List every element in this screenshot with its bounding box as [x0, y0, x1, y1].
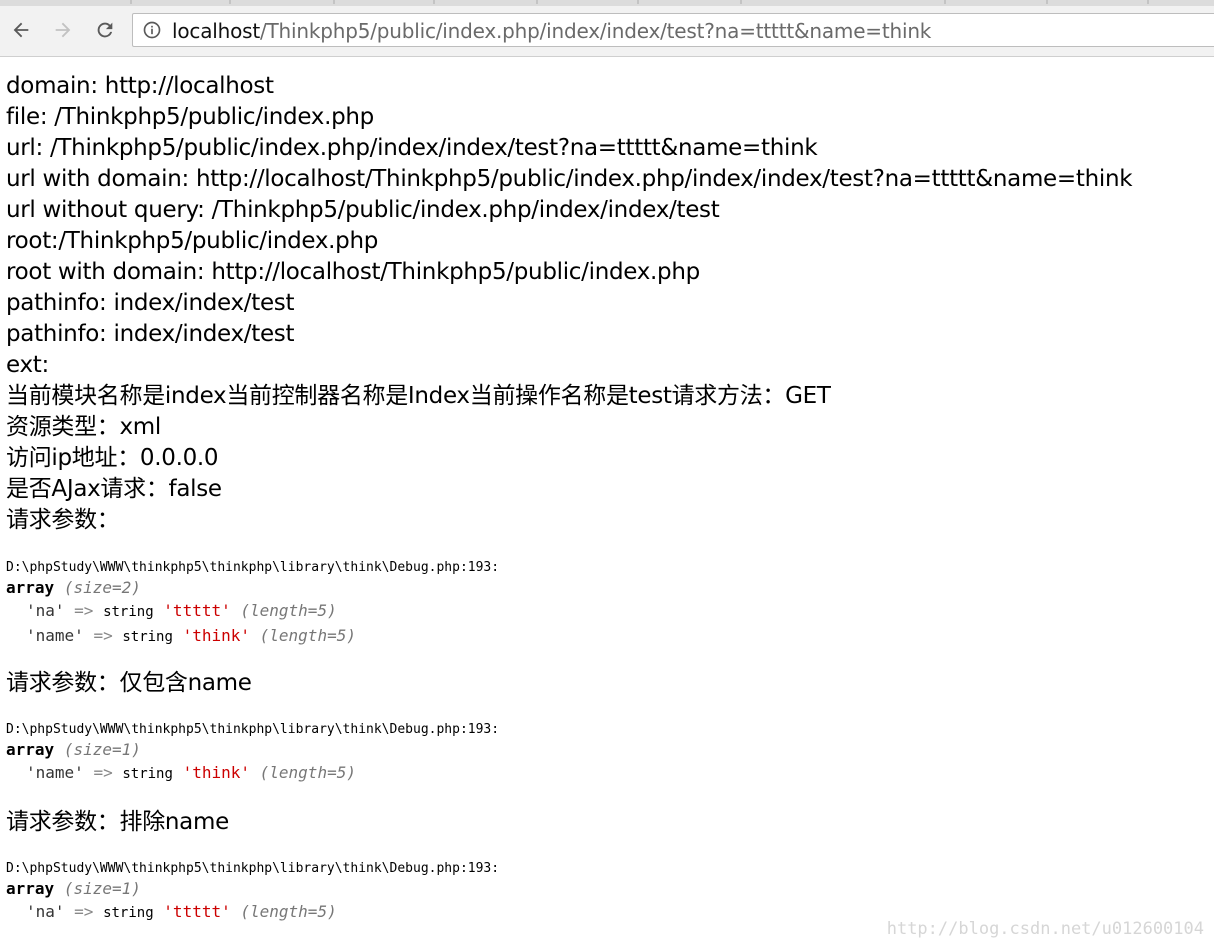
dump-arrow: =>: [74, 601, 94, 620]
dump-key: 'na': [26, 601, 65, 620]
dump-array-header: array (size=1): [6, 738, 499, 761]
dump-array-label: array: [6, 578, 55, 597]
dump-entry: 'name' => string 'think' (length=5): [6, 761, 499, 786]
dump-size: (size=2): [63, 578, 141, 597]
dump-file-path: D:\phpStudy\WWW\thinkphp5\thinkphp\libra…: [6, 722, 500, 737]
domain-line: domain: http://localhost: [6, 73, 274, 99]
url-text[interactable]: localhost/Thinkphp5/public/index.php/ind…: [172, 20, 931, 42]
dump-key: 'name': [26, 763, 84, 782]
tab-divider: [130, 0, 132, 4]
tab-divider: [536, 0, 538, 4]
dump-array-label: array: [6, 740, 55, 759]
dump-length: (length=5): [240, 902, 337, 921]
dump-type: string: [122, 766, 173, 782]
forward-button[interactable]: [48, 15, 78, 45]
address-bar[interactable]: localhost/Thinkphp5/public/index.php/ind…: [132, 13, 1214, 47]
request-params-heading: 请求参数：: [6, 507, 120, 533]
dump-arrow: =>: [74, 902, 94, 921]
dump-value: 'ttttt': [163, 902, 231, 921]
browser-toolbar: localhost/Thinkphp5/public/index.php/ind…: [0, 6, 1214, 57]
url-with-domain-line: url with domain: http://localhost/Thinkp…: [6, 166, 1133, 192]
dump-type: string: [103, 604, 154, 620]
ext-line: ext:: [6, 352, 49, 378]
dump-arrow: =>: [93, 626, 113, 645]
tab-divider: [1147, 0, 1149, 4]
dump-file-path: D:\phpStudy\WWW\thinkphp5\thinkphp\libra…: [6, 861, 500, 876]
reload-button[interactable]: [90, 15, 120, 45]
dump-array-header: array (size=2): [6, 576, 499, 599]
ajax-line: 是否AJax请求：false: [6, 476, 222, 502]
ip-address-line: 访问ip地址：0.0.0.0: [6, 445, 219, 471]
url-host: localhost: [172, 19, 260, 43]
file-line: file: /Thinkphp5/public/index.php: [6, 104, 374, 130]
url-line: url: /Thinkphp5/public/index.php/index/i…: [6, 135, 818, 161]
pathinfo-line: pathinfo: index/index/test: [6, 321, 295, 347]
tab-divider: [637, 0, 639, 4]
dump-entry: 'na' => string 'ttttt' (length=5): [6, 599, 499, 624]
dump-entry: 'name' => string 'think' (length=5): [6, 624, 499, 649]
tab-divider: [433, 0, 435, 4]
tab-divider: [740, 0, 742, 4]
dump-key: 'name': [26, 626, 84, 645]
dump-value: 'think': [182, 626, 250, 645]
dump-file-path: D:\phpStudy\WWW\thinkphp5\thinkphp\libra…: [6, 560, 500, 575]
dump-length: (length=5): [259, 626, 356, 645]
info-icon[interactable]: [142, 20, 162, 40]
dump-size: (size=1): [63, 740, 141, 759]
module-controller-action-line: 当前模块名称是index当前控制器名称是Index当前操作名称是test请求方法…: [6, 383, 831, 409]
dump-key: 'na': [26, 902, 65, 921]
url-path: /Thinkphp5/public/index.php/index/index/…: [259, 19, 932, 43]
dump-array-label: array: [6, 879, 55, 898]
root-with-domain-line: root with domain: http://localhost/Think…: [6, 259, 700, 285]
tab-divider: [1046, 0, 1048, 4]
dump-value: 'think': [182, 763, 250, 782]
resource-type-line: 资源类型：xml: [6, 414, 162, 440]
forward-arrow-icon: [55, 22, 71, 38]
request-params-except-name-heading: 请求参数：排除name: [6, 809, 229, 835]
dump-value: 'ttttt': [163, 601, 231, 620]
dump-entry: 'na' => string 'ttttt' (length=5): [6, 900, 499, 925]
tab-divider: [333, 0, 335, 4]
var-dump-block: D:\phpStudy\WWW\thinkphp5\thinkphp\libra…: [6, 560, 499, 649]
watermark: http://blog.csdn.net/u012600104: [886, 919, 1204, 939]
tab-divider: [944, 0, 946, 4]
dump-length: (length=5): [259, 763, 356, 782]
url-without-query-line: url without query: /Thinkphp5/public/ind…: [6, 197, 720, 223]
back-button[interactable]: [6, 15, 36, 45]
request-params-only-name-heading: 请求参数：仅包含name: [6, 670, 252, 696]
reload-icon: [97, 22, 113, 38]
tab-divider: [229, 0, 231, 4]
back-arrow-icon: [13, 22, 29, 38]
dump-type: string: [103, 905, 154, 921]
dump-type: string: [122, 629, 173, 645]
dump-array-header: array (size=1): [6, 877, 499, 900]
dump-arrow: =>: [93, 763, 113, 782]
var-dump-block: D:\phpStudy\WWW\thinkphp5\thinkphp\libra…: [6, 861, 499, 925]
pathinfo-line: pathinfo: index/index/test: [6, 290, 295, 316]
dump-size: (size=1): [63, 879, 141, 898]
var-dump-block: D:\phpStudy\WWW\thinkphp5\thinkphp\libra…: [6, 722, 499, 786]
dump-length: (length=5): [240, 601, 337, 620]
root-line: root:/Thinkphp5/public/index.php: [6, 228, 379, 254]
